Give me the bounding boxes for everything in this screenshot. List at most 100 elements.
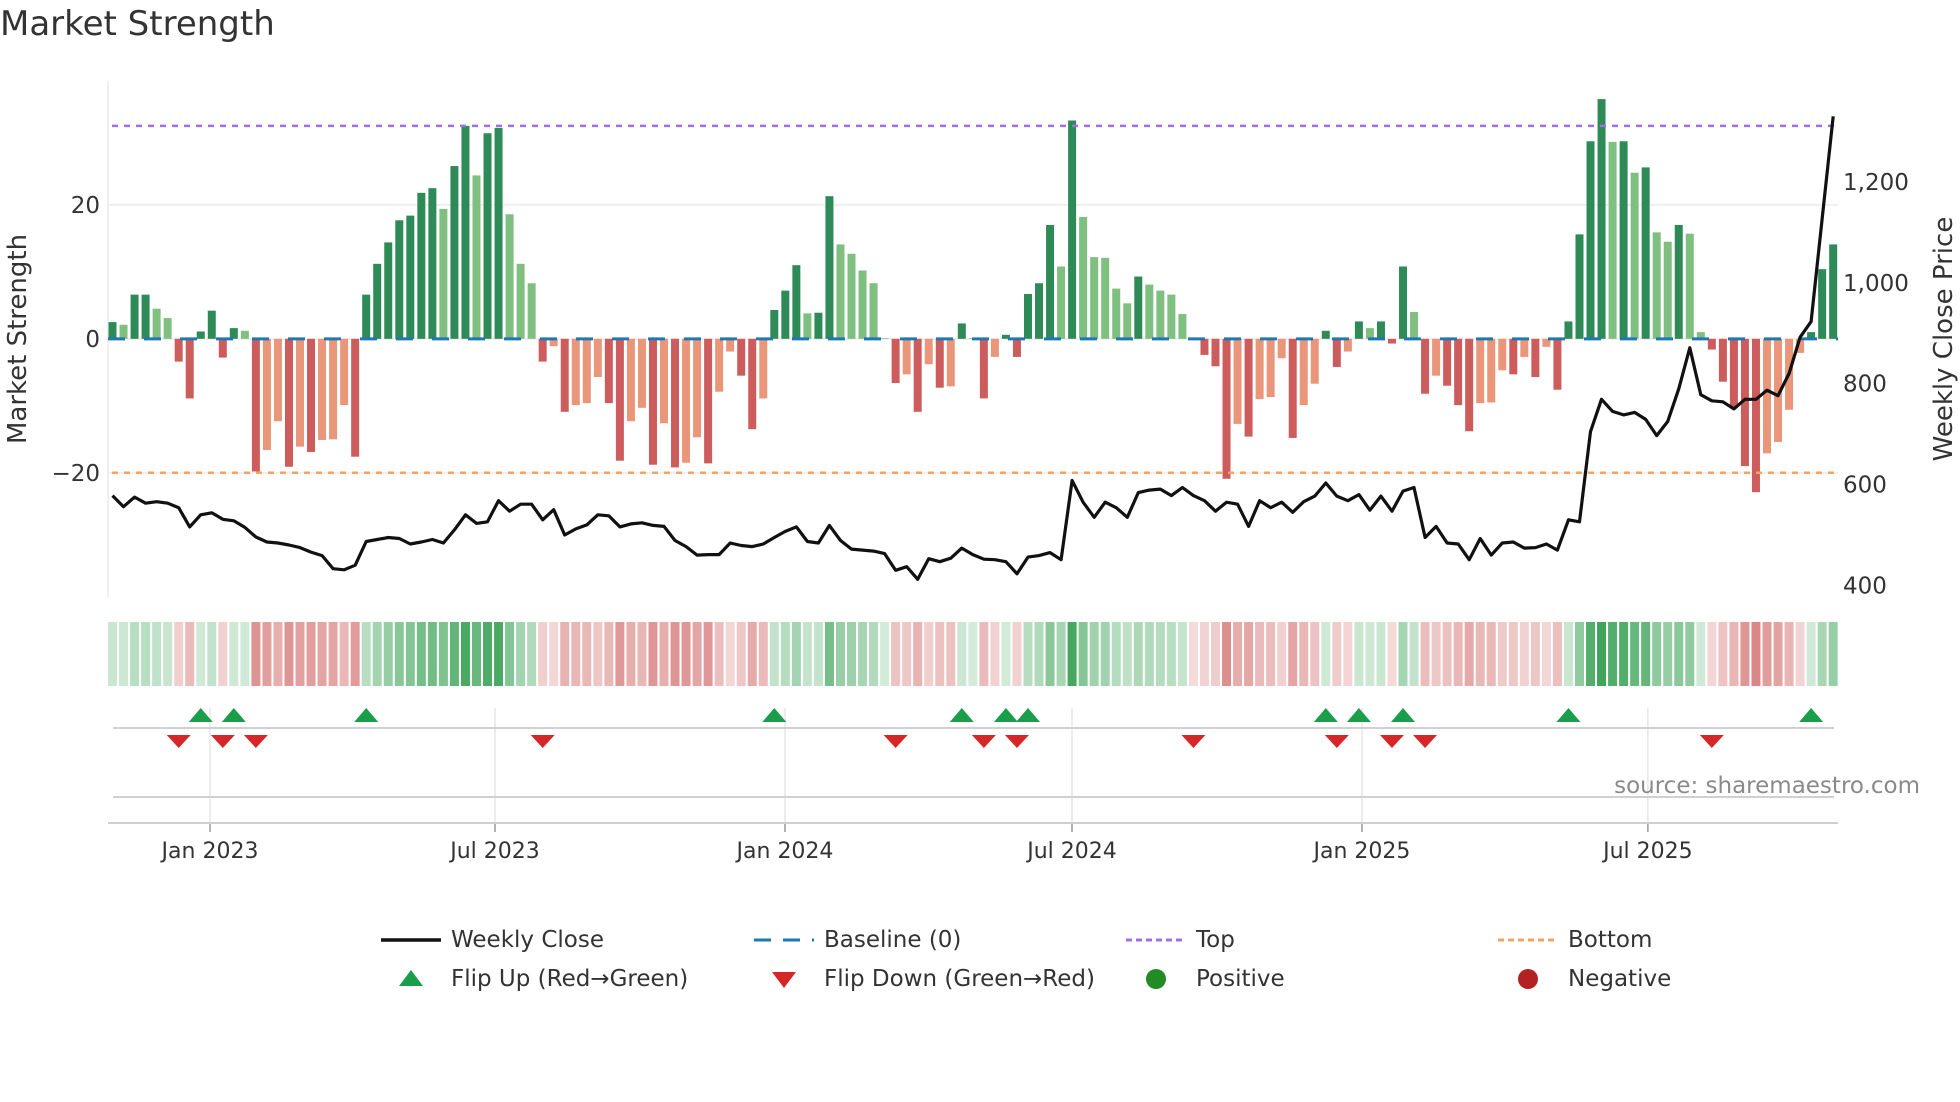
heat-cell xyxy=(196,622,206,686)
strength-bar xyxy=(560,338,569,412)
strength-bar xyxy=(770,310,779,339)
strength-bar xyxy=(671,338,680,468)
heat-cell xyxy=(979,622,989,686)
strength-bar xyxy=(538,338,547,362)
heat-cell xyxy=(1519,622,1529,686)
strength-bar xyxy=(1818,269,1827,339)
heat-cell xyxy=(1442,622,1452,686)
strength-bar xyxy=(1707,338,1716,350)
strength-bar xyxy=(704,338,713,464)
weekly-close-line xyxy=(111,116,1835,581)
strength-bar xyxy=(329,338,338,440)
legend-label: Baseline (0) xyxy=(824,927,962,953)
strength-bar xyxy=(1156,290,1165,339)
strength-bar xyxy=(1299,338,1308,406)
heat-cell xyxy=(262,622,272,686)
flip-up-marker xyxy=(762,708,787,722)
y2-tick-label: 600 xyxy=(1843,473,1887,499)
heat-cell xyxy=(1398,622,1408,686)
heat-cell xyxy=(317,622,327,686)
flip-up-marker xyxy=(354,708,379,722)
strength-bar xyxy=(505,214,514,339)
heat-cell xyxy=(284,622,294,686)
heat-cell xyxy=(1574,622,1584,686)
heat-cell xyxy=(1211,622,1220,686)
green-dot-icon xyxy=(1126,964,1186,994)
flip-up-marker xyxy=(993,708,1018,722)
heat-cell xyxy=(858,622,868,686)
y2-tick-label: 800 xyxy=(1843,372,1887,398)
heat-cell xyxy=(1288,622,1298,686)
heat-cell xyxy=(880,622,890,686)
heat-cell xyxy=(659,622,669,686)
strength-bar xyxy=(1829,244,1838,339)
heat-cell xyxy=(1233,622,1243,686)
heat-cell xyxy=(207,622,217,686)
heat-cell xyxy=(1310,622,1320,686)
flip-down-marker xyxy=(1181,735,1206,748)
heat-cell xyxy=(560,622,570,686)
strength-bar xyxy=(1167,294,1176,339)
heat-cell xyxy=(549,622,559,686)
strength-bar xyxy=(1399,266,1408,339)
heat-cell xyxy=(626,622,636,686)
strength-bar xyxy=(1729,338,1738,408)
heat-cell xyxy=(1652,622,1662,686)
heat-cell xyxy=(1530,622,1540,686)
strength-bar xyxy=(483,133,492,339)
strength-bar xyxy=(1332,338,1341,367)
strength-bar xyxy=(1365,328,1374,339)
heat-cell xyxy=(1144,622,1154,686)
dashed-line-icon xyxy=(754,925,814,955)
heat-cell xyxy=(1762,622,1772,686)
heat-cell xyxy=(604,622,614,686)
strength-bar xyxy=(296,338,305,447)
dotted-line-icon xyxy=(1498,925,1558,955)
strength-bar xyxy=(814,312,823,339)
strength-bars xyxy=(108,99,1838,493)
strength-bar xyxy=(924,338,933,365)
heat-cell xyxy=(1641,622,1651,686)
strength-bar xyxy=(351,338,360,457)
heat-cell xyxy=(527,622,537,686)
strength-bar xyxy=(130,294,139,339)
strength-bar xyxy=(1564,321,1573,339)
legend-flip-up: Flip Up (Red→Green) xyxy=(381,964,688,994)
strength-bar xyxy=(637,338,646,408)
red-dot-icon xyxy=(1498,964,1558,994)
strength-bar xyxy=(593,338,602,378)
heat-cell xyxy=(847,622,857,686)
market-strength-chart: 20 0 −20 1,200 1,000 800 600 400 Jan 2023 Jul 202… xyxy=(3,81,1959,864)
y-tick-label: 20 xyxy=(71,193,100,219)
flip-down-marker xyxy=(243,735,268,748)
strength-bar xyxy=(891,338,900,384)
heat-cell xyxy=(1552,622,1562,686)
strength-bar xyxy=(185,338,194,399)
legend-bottom: Bottom xyxy=(1498,925,1652,955)
heat-cell xyxy=(681,622,691,686)
strength-bar xyxy=(1046,224,1055,339)
heat-cell xyxy=(1475,622,1485,686)
heat-cell xyxy=(1354,622,1364,686)
strength-bar xyxy=(693,338,702,438)
strength-bar xyxy=(1321,330,1330,339)
heat-cell xyxy=(295,622,305,686)
strength-bar xyxy=(737,338,746,376)
strength-bar xyxy=(803,313,812,339)
strength-bar xyxy=(1663,241,1672,339)
heat-cell xyxy=(1597,622,1607,686)
strength-bar xyxy=(163,318,172,339)
strength-bar xyxy=(1023,293,1032,339)
flip-up-marker xyxy=(1391,708,1416,722)
heat-cell xyxy=(1817,622,1827,686)
heat-cell xyxy=(163,622,173,686)
legend-label: Top xyxy=(1196,927,1235,953)
heat-cell xyxy=(372,622,382,686)
heat-cell xyxy=(1431,622,1441,686)
flip-down-marker xyxy=(166,735,191,748)
y2-tick-label: 1,000 xyxy=(1843,271,1909,297)
axes: 20 0 −20 1,200 1,000 800 600 400 Jan 2023 Jul 202… xyxy=(51,170,1908,864)
weekly-close-line xyxy=(111,116,1835,581)
heat-cell xyxy=(1563,622,1573,686)
strength-bar xyxy=(990,338,999,357)
